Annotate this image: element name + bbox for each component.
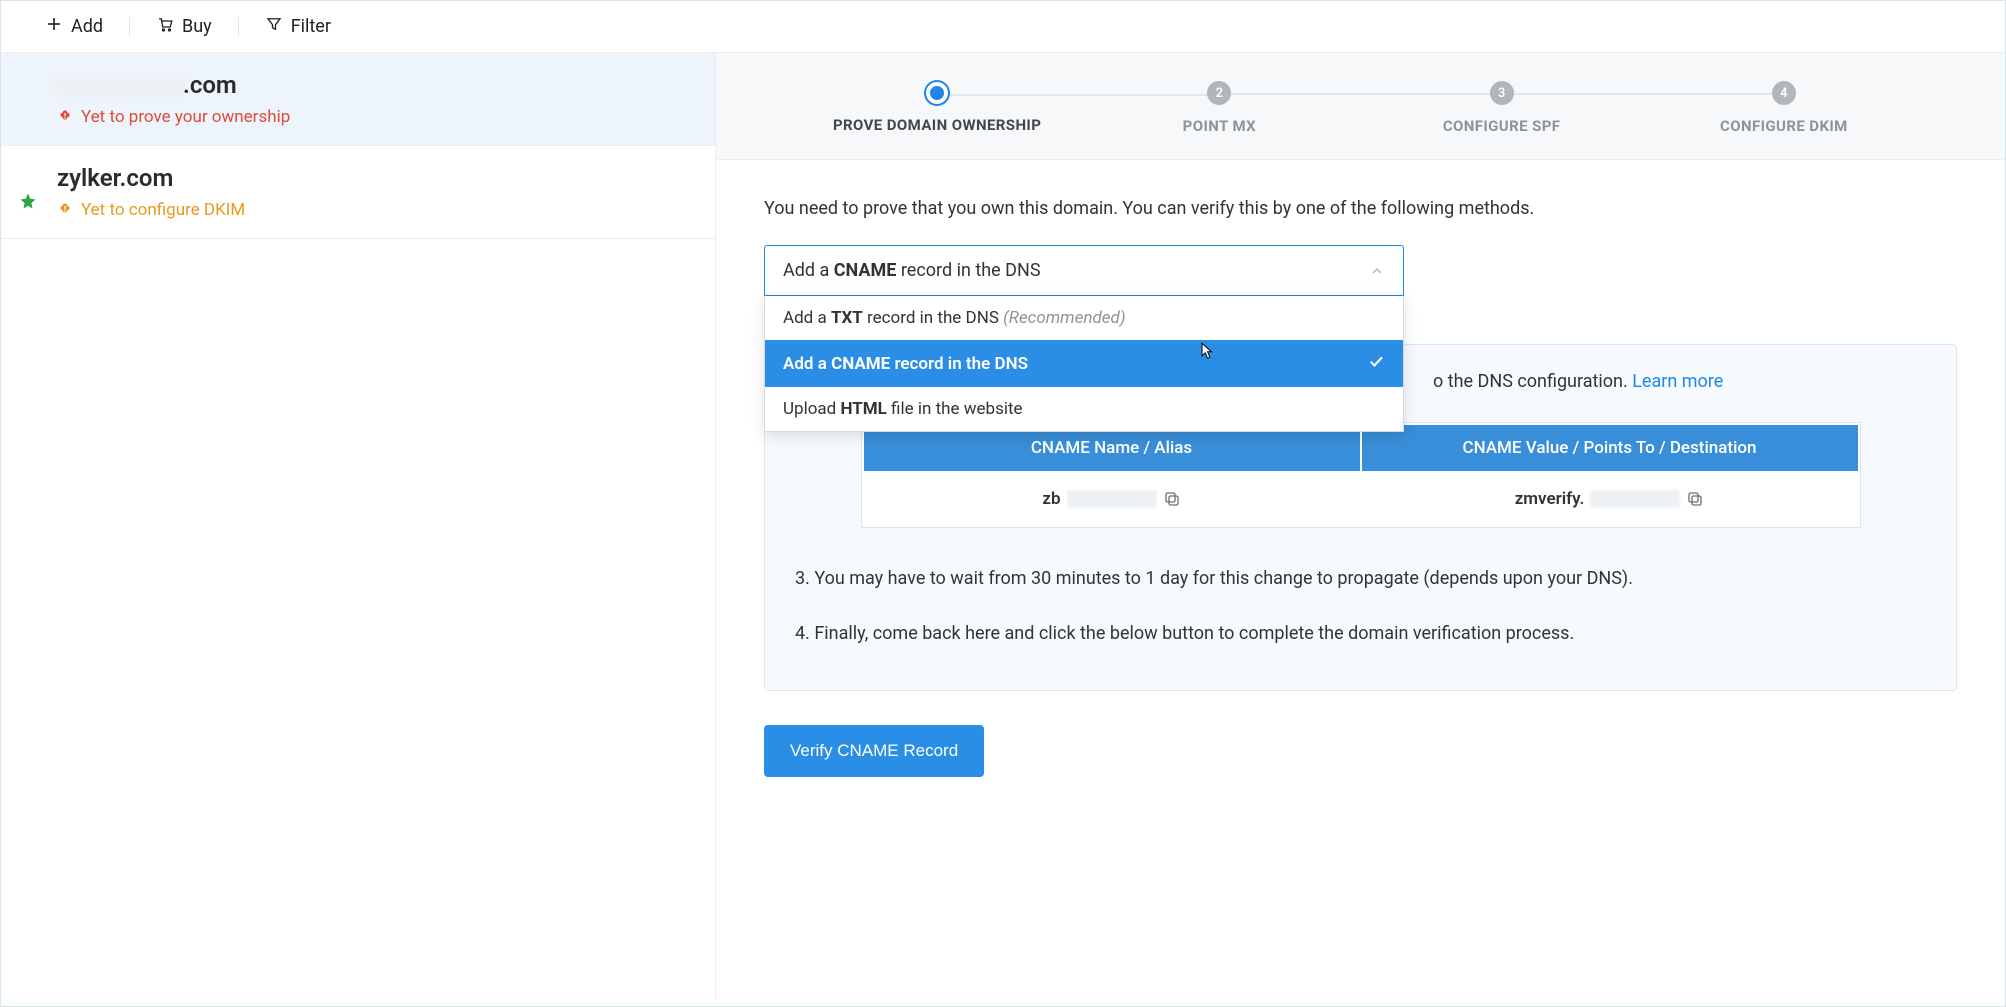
filter-icon [265, 15, 283, 38]
col-cname-value: CNAME Value / Points To / Destination [1362, 425, 1858, 471]
domain-card[interactable]: .com Yet to prove your ownership [1, 53, 715, 146]
warning-icon [57, 109, 73, 125]
redacted-text [1067, 490, 1157, 508]
step-circle: 4 [1772, 81, 1796, 105]
redacted-text [1590, 490, 1680, 508]
filter-label: Filter [291, 16, 331, 37]
step-circle: 3 [1490, 81, 1514, 105]
step-configure-dkim[interactable]: 4 CONFIGURE DKIM [1643, 81, 1925, 135]
table-row: zb zmverify. [864, 473, 1858, 525]
dropdown-selected-text: Add a CNAME record in the DNS [783, 260, 1041, 281]
buy-label: Buy [182, 16, 212, 37]
redacted-text [57, 74, 183, 96]
step-configure-spf[interactable]: 3 CONFIGURE SPF [1361, 81, 1643, 135]
buy-button[interactable]: Buy [146, 11, 222, 42]
dropdown-option-html[interactable]: Upload HTML file in the website [765, 387, 1403, 431]
plus-icon [45, 15, 63, 38]
verification-method-dropdown[interactable]: Add a CNAME record in the DNS Add a TXT … [764, 245, 1404, 296]
chevron-up-icon [1369, 263, 1385, 279]
step-prove-ownership[interactable]: PROVE DOMAIN OWNERSHIP [796, 82, 1078, 134]
cname-name-value: zb [1042, 489, 1060, 509]
separator [238, 17, 239, 37]
learn-more-link[interactable]: Learn more [1632, 371, 1723, 392]
dropdown-button[interactable]: Add a CNAME record in the DNS [764, 245, 1404, 296]
dropdown-option-cname[interactable]: Add a CNAME record in the DNS [765, 340, 1403, 387]
copy-icon[interactable] [1686, 490, 1704, 508]
cname-value-value: zmverify. [1515, 489, 1585, 509]
add-button[interactable]: Add [35, 11, 113, 42]
instruction-step-3: 3. You may have to wait from 30 minutes … [795, 558, 1926, 599]
cart-icon [156, 15, 174, 38]
step-point-mx[interactable]: 2 POINT MX [1078, 81, 1360, 135]
toolbar: Add Buy Filter [1, 1, 2005, 53]
dropdown-list: Add a TXT record in the DNS (Recommended… [764, 296, 1404, 432]
step-circle [926, 82, 948, 104]
domain-status: Yet to configure DKIM [57, 200, 659, 220]
domain-name: zylker.com [57, 164, 659, 192]
intro-text: You need to prove that you own this doma… [764, 198, 1957, 219]
content-pane: PROVE DOMAIN OWNERSHIP 2 POINT MX 3 CONF… [716, 53, 2005, 1000]
stepper: PROVE DOMAIN OWNERSHIP 2 POINT MX 3 CONF… [716, 53, 2005, 160]
dropdown-option-txt[interactable]: Add a TXT record in the DNS (Recommended… [765, 296, 1403, 340]
warning-icon [57, 202, 73, 218]
domain-name: .com [57, 71, 659, 99]
check-icon [1367, 352, 1385, 375]
verify-cname-button[interactable]: Verify CNAME Record [764, 725, 984, 777]
step-circle: 2 [1207, 81, 1231, 105]
domain-sidebar: .com Yet to prove your ownership zylker.… [1, 53, 716, 1000]
filter-button[interactable]: Filter [255, 11, 341, 42]
copy-icon[interactable] [1163, 490, 1181, 508]
add-label: Add [71, 16, 103, 37]
star-icon [19, 192, 37, 210]
instruction-step-4: 4. Finally, come back here and click the… [795, 613, 1926, 654]
domain-card[interactable]: zylker.com Yet to configure DKIM [1, 146, 715, 239]
domain-status: Yet to prove your ownership [57, 107, 659, 127]
cname-table: CNAME Name / Alias CNAME Value / Points … [861, 422, 1861, 528]
separator [129, 17, 130, 37]
